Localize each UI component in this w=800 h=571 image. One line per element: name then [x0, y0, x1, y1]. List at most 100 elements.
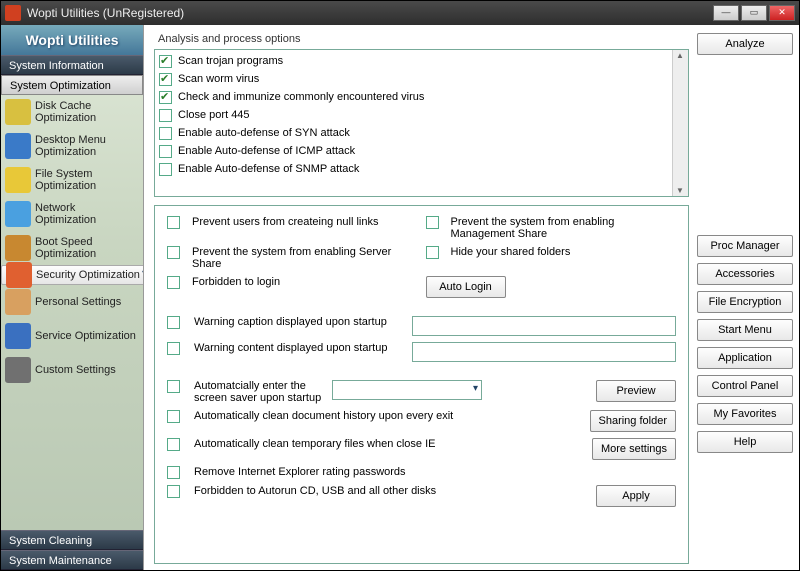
- help-button[interactable]: Help: [697, 431, 793, 453]
- sidebar-item-custom-settings[interactable]: Custom Settings: [1, 353, 143, 387]
- app-icon: [5, 5, 21, 21]
- sidebar-item-boot-speed-optimization[interactable]: Boot Speed Optimization: [1, 231, 143, 265]
- scan-option-row[interactable]: Close port 445: [159, 106, 668, 124]
- sidebar-item-desktop-menu-optimization[interactable]: Desktop Menu Optimization: [1, 129, 143, 163]
- apply-button[interactable]: Apply: [596, 485, 676, 507]
- preview-button[interactable]: Preview: [596, 380, 676, 402]
- lbl-auto-screensaver: Automatcially enter the screen saver upo…: [194, 380, 324, 404]
- chk-warn-caption[interactable]: [167, 316, 180, 329]
- nav-icon: [5, 289, 31, 315]
- input-warn-content[interactable]: [412, 342, 676, 362]
- sharing-folder-button[interactable]: Sharing folder: [590, 410, 677, 432]
- sidebar-item-disk-cache-optimization[interactable]: Disk Cache Optimization: [1, 95, 143, 129]
- nav-icon: [5, 133, 31, 159]
- client-area: Wopti Utilities System Information Syste…: [1, 25, 799, 570]
- chk-prevent-server-share[interactable]: [167, 246, 180, 259]
- scan-option-row[interactable]: Enable Auto-defense of ICMP attack: [159, 142, 668, 160]
- scan-option-row[interactable]: Enable auto-defense of SYN attack: [159, 124, 668, 142]
- spacer: [697, 61, 793, 229]
- lbl-forbid-autorun: Forbidden to Autorun CD, USB and all oth…: [194, 485, 588, 497]
- sidebar-item-security-optimization[interactable]: Security Optimization: [1, 265, 143, 285]
- accessories-button[interactable]: Accessories: [697, 263, 793, 285]
- nav-list: Disk Cache Optimization Desktop Menu Opti…: [1, 95, 143, 530]
- auto-login-button[interactable]: Auto Login: [426, 276, 506, 298]
- nav-icon: [5, 357, 31, 383]
- minimize-button[interactable]: —: [713, 5, 739, 21]
- nav-icon: [6, 262, 32, 288]
- lbl-hide-shared: Hide your shared folders: [451, 246, 571, 258]
- chk-auto-screensaver[interactable]: [167, 380, 180, 393]
- titlebar[interactable]: Wopti Utilities (UnRegistered) — ▭ ✕: [1, 1, 799, 25]
- lbl-prevent-mgmt-share: Prevent the system from enabling Managem…: [451, 216, 677, 240]
- my-favorites-button[interactable]: My Favorites: [697, 403, 793, 425]
- proc-manager-button[interactable]: Proc Manager: [697, 235, 793, 257]
- scan-options-inner[interactable]: Scan trojan programs Scan worm virus Check…: [155, 50, 672, 196]
- nav-icon: [5, 167, 31, 193]
- close-button[interactable]: ✕: [769, 5, 795, 21]
- more-settings-button[interactable]: More settings: [592, 438, 676, 460]
- sidebar-item-file-system-optimization[interactable]: File System Optimization: [1, 163, 143, 197]
- scan-option-checkbox[interactable]: [159, 145, 172, 158]
- section-title: Analysis and process options: [154, 31, 689, 49]
- chk-remove-ie-passwords[interactable]: [167, 466, 180, 479]
- nav-header-maintenance[interactable]: System Maintenance: [1, 550, 143, 570]
- nav-label: Custom Settings: [35, 364, 116, 376]
- nav-label: Security Optimization: [36, 269, 140, 281]
- chk-forbid-autorun[interactable]: [167, 485, 180, 498]
- nav-header-info[interactable]: System Information: [1, 55, 143, 75]
- scan-option-checkbox[interactable]: [159, 91, 172, 104]
- chk-warn-content[interactable]: [167, 342, 180, 355]
- nav-label: File System Optimization: [35, 168, 139, 192]
- chk-clean-temp[interactable]: [167, 438, 180, 451]
- lbl-forbid-login: Forbidden to login: [192, 276, 280, 288]
- control-panel-button[interactable]: Control Panel: [697, 375, 793, 397]
- input-warn-caption[interactable]: [412, 316, 676, 336]
- lbl-prevent-server-share: Prevent the system from enabling Server …: [192, 246, 418, 270]
- nav-icon: [5, 235, 31, 261]
- scan-option-checkbox[interactable]: [159, 163, 172, 176]
- chk-prevent-mgmt-share[interactable]: [426, 216, 439, 229]
- chk-forbid-login[interactable]: [167, 276, 180, 289]
- scan-option-checkbox[interactable]: [159, 73, 172, 86]
- scan-option-label: Check and immunize commonly encountered …: [178, 91, 424, 103]
- file-encryption-button[interactable]: File Encryption: [697, 291, 793, 313]
- sidebar-item-network-optimization[interactable]: Network Optimization: [1, 197, 143, 231]
- scan-option-checkbox[interactable]: [159, 127, 172, 140]
- content-area: Analysis and process options Scan trojan…: [144, 25, 799, 570]
- scan-option-label: Scan worm virus: [178, 73, 259, 85]
- nav-icon: [5, 201, 31, 227]
- scan-option-row[interactable]: Scan trojan programs: [159, 52, 668, 70]
- scan-option-row[interactable]: Check and immunize commonly encountered …: [159, 88, 668, 106]
- main-column: Analysis and process options Scan trojan…: [154, 31, 689, 564]
- application-button[interactable]: Application: [697, 347, 793, 369]
- lbl-remove-ie-passwords: Remove Internet Explorer rating password…: [194, 466, 676, 478]
- window-title: Wopti Utilities (UnRegistered): [27, 6, 713, 20]
- nav-label: Desktop Menu Optimization: [35, 134, 139, 158]
- analyze-button[interactable]: Analyze: [697, 33, 793, 55]
- scrollbar[interactable]: [672, 50, 688, 196]
- scan-option-label: Close port 445: [178, 109, 250, 121]
- select-screensaver[interactable]: [332, 380, 482, 400]
- lbl-warn-content: Warning content displayed upon startup: [194, 342, 404, 354]
- lbl-warn-caption: Warning caption displayed upon startup: [194, 316, 404, 328]
- sidebar-item-personal-settings[interactable]: Personal Settings: [1, 285, 143, 319]
- lbl-clean-temp: Automatically clean temporary files when…: [194, 438, 584, 450]
- chk-clean-doc-history[interactable]: [167, 410, 180, 423]
- scan-option-row[interactable]: Enable Auto-defense of SNMP attack: [159, 160, 668, 178]
- scan-option-checkbox[interactable]: [159, 55, 172, 68]
- nav-header-optimization[interactable]: System Optimization: [1, 75, 143, 95]
- scan-option-row[interactable]: Scan worm virus: [159, 70, 668, 88]
- start-menu-button[interactable]: Start Menu: [697, 319, 793, 341]
- chk-prevent-null-links[interactable]: [167, 216, 180, 229]
- sidebar-item-service-optimization[interactable]: Service Optimization: [1, 319, 143, 353]
- scan-option-label: Enable Auto-defense of ICMP attack: [178, 145, 355, 157]
- scan-options-listbox: Scan trojan programs Scan worm virus Check…: [154, 49, 689, 197]
- window-buttons: — ▭ ✕: [713, 5, 795, 21]
- scan-option-checkbox[interactable]: [159, 109, 172, 122]
- scan-option-label: Enable Auto-defense of SNMP attack: [178, 163, 359, 175]
- nav-header-cleaning[interactable]: System Cleaning: [1, 530, 143, 550]
- lbl-clean-doc-history: Automatically clean document history upo…: [194, 410, 582, 422]
- chk-hide-shared[interactable]: [426, 246, 439, 259]
- nav-label: Network Optimization: [35, 202, 139, 226]
- maximize-button[interactable]: ▭: [741, 5, 767, 21]
